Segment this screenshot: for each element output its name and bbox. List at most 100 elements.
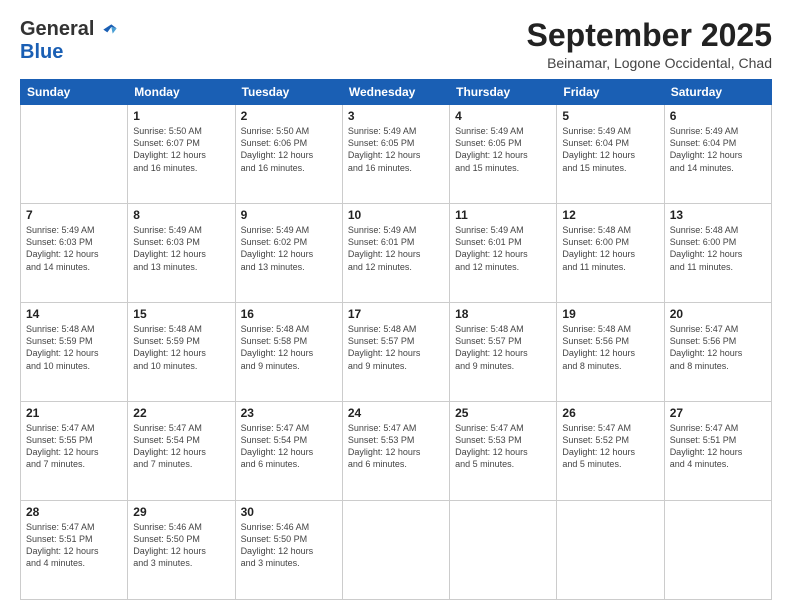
day-info: Sunrise: 5:49 AM Sunset: 6:03 PM Dayligh… (26, 224, 122, 273)
day-number: 30 (241, 505, 337, 519)
day-info: Sunrise: 5:49 AM Sunset: 6:04 PM Dayligh… (670, 125, 766, 174)
calendar-table: Sunday Monday Tuesday Wednesday Thursday… (20, 79, 772, 600)
table-row: 29 Sunrise: 5:46 AM Sunset: 5:50 PM Dayli… (128, 501, 235, 600)
day-info: Sunrise: 5:48 AM Sunset: 5:56 PM Dayligh… (562, 323, 658, 372)
day-number: 21 (26, 406, 122, 420)
day-number: 7 (26, 208, 122, 222)
location-subtitle: Beinamar, Logone Occidental, Chad (527, 55, 772, 71)
table-row: 7 Sunrise: 5:49 AM Sunset: 6:03 PM Daylig… (21, 204, 128, 303)
table-row: 13 Sunrise: 5:48 AM Sunset: 6:00 PM Dayli… (664, 204, 771, 303)
day-number: 20 (670, 307, 766, 321)
day-info: Sunrise: 5:48 AM Sunset: 5:58 PM Dayligh… (241, 323, 337, 372)
col-friday: Friday (557, 80, 664, 105)
col-thursday: Thursday (450, 80, 557, 105)
logo-general: General (20, 18, 94, 41)
table-row: 4Sunrise: 5:49 AM Sunset: 6:05 PM Daylig… (450, 105, 557, 204)
day-number: 15 (133, 307, 229, 321)
day-info: Sunrise: 5:47 AM Sunset: 5:51 PM Dayligh… (26, 521, 122, 570)
day-info: Sunrise: 5:49 AM Sunset: 6:03 PM Dayligh… (133, 224, 229, 273)
day-number: 1 (133, 109, 229, 123)
logo-bird-icon (98, 20, 118, 40)
day-info: Sunrise: 5:47 AM Sunset: 5:53 PM Dayligh… (455, 422, 551, 471)
day-number: 16 (241, 307, 337, 321)
table-row: 16 Sunrise: 5:48 AM Sunset: 5:58 PM Dayli… (235, 303, 342, 402)
day-info: Sunrise: 5:47 AM Sunset: 5:54 PM Dayligh… (241, 422, 337, 471)
day-info: Sunrise: 5:47 AM Sunset: 5:56 PM Dayligh… (670, 323, 766, 372)
day-number: 26 (562, 406, 658, 420)
day-info: Sunrise: 5:48 AM Sunset: 5:59 PM Dayligh… (133, 323, 229, 372)
table-row (664, 501, 771, 600)
table-row: 19 Sunrise: 5:48 AM Sunset: 5:56 PM Dayli… (557, 303, 664, 402)
logo-blue: Blue (20, 41, 63, 63)
header: General Blue September 2025 Beinamar, Lo… (20, 18, 772, 71)
col-tuesday: Tuesday (235, 80, 342, 105)
day-info: Sunrise: 5:48 AM Sunset: 6:00 PM Dayligh… (562, 224, 658, 273)
table-row: 15 Sunrise: 5:48 AM Sunset: 5:59 PM Dayli… (128, 303, 235, 402)
table-row: 18 Sunrise: 5:48 AM Sunset: 5:57 PM Dayli… (450, 303, 557, 402)
day-info: Sunrise: 5:49 AM Sunset: 6:05 PM Dayligh… (348, 125, 444, 174)
table-row: 22 Sunrise: 5:47 AM Sunset: 5:54 PM Dayli… (128, 402, 235, 501)
day-info: Sunrise: 5:47 AM Sunset: 5:55 PM Dayligh… (26, 422, 122, 471)
col-sunday: Sunday (21, 80, 128, 105)
day-number: 22 (133, 406, 229, 420)
table-row: 2 Sunrise: 5:50 AM Sunset: 6:06 PM Daylig… (235, 105, 342, 204)
day-number: 18 (455, 307, 551, 321)
day-number: 19 (562, 307, 658, 321)
table-row: 11 Sunrise: 5:49 AM Sunset: 6:01 PM Dayli… (450, 204, 557, 303)
day-number: 11 (455, 208, 551, 222)
day-info: Sunrise: 5:46 AM Sunset: 5:50 PM Dayligh… (241, 521, 337, 570)
col-wednesday: Wednesday (342, 80, 449, 105)
table-row (557, 501, 664, 600)
table-row: 17Sunrise: 5:48 AM Sunset: 5:57 PM Dayli… (342, 303, 449, 402)
table-row: 1 Sunrise: 5:50 AM Sunset: 6:07 PM Daylig… (128, 105, 235, 204)
col-monday: Monday (128, 80, 235, 105)
day-number: 25 (455, 406, 551, 420)
title-block: September 2025 Beinamar, Logone Occident… (527, 18, 772, 71)
day-number: 5 (562, 109, 658, 123)
day-number: 8 (133, 208, 229, 222)
month-title: September 2025 (527, 18, 772, 53)
table-row: 14Sunrise: 5:48 AM Sunset: 5:59 PM Dayli… (21, 303, 128, 402)
logo: General Blue (20, 18, 118, 64)
table-row (21, 105, 128, 204)
day-number: 14 (26, 307, 122, 321)
day-info: Sunrise: 5:46 AM Sunset: 5:50 PM Dayligh… (133, 521, 229, 570)
day-info: Sunrise: 5:47 AM Sunset: 5:54 PM Dayligh… (133, 422, 229, 471)
day-number: 12 (562, 208, 658, 222)
day-info: Sunrise: 5:47 AM Sunset: 5:53 PM Dayligh… (348, 422, 444, 471)
day-info: Sunrise: 5:47 AM Sunset: 5:51 PM Dayligh… (670, 422, 766, 471)
day-number: 29 (133, 505, 229, 519)
day-number: 2 (241, 109, 337, 123)
calendar-week-row: 28 Sunrise: 5:47 AM Sunset: 5:51 PM Dayli… (21, 501, 772, 600)
day-info: Sunrise: 5:50 AM Sunset: 6:06 PM Dayligh… (241, 125, 337, 174)
table-row: 27Sunrise: 5:47 AM Sunset: 5:51 PM Dayli… (664, 402, 771, 501)
day-number: 17 (348, 307, 444, 321)
col-saturday: Saturday (664, 80, 771, 105)
calendar-header-row: Sunday Monday Tuesday Wednesday Thursday… (21, 80, 772, 105)
page: General Blue September 2025 Beinamar, Lo… (0, 0, 792, 612)
day-number: 9 (241, 208, 337, 222)
table-row: 3Sunrise: 5:49 AM Sunset: 6:05 PM Daylig… (342, 105, 449, 204)
table-row: 12 Sunrise: 5:48 AM Sunset: 6:00 PM Dayli… (557, 204, 664, 303)
table-row: 9 Sunrise: 5:49 AM Sunset: 6:02 PM Daylig… (235, 204, 342, 303)
calendar-week-row: 14 Sunrise: 5:48 AM Sunset: 5:59 PM Dayli… (21, 303, 772, 402)
day-number: 28 (26, 505, 122, 519)
table-row: 8 Sunrise: 5:49 AM Sunset: 6:03 PM Daylig… (128, 204, 235, 303)
day-info: Sunrise: 5:49 AM Sunset: 6:01 PM Dayligh… (455, 224, 551, 273)
day-number: 13 (670, 208, 766, 222)
day-info: Sunrise: 5:49 AM Sunset: 6:05 PM Dayligh… (455, 125, 551, 174)
table-row: 5Sunrise: 5:49 AM Sunset: 6:04 PM Daylig… (557, 105, 664, 204)
day-info: Sunrise: 5:48 AM Sunset: 6:00 PM Dayligh… (670, 224, 766, 273)
day-info: Sunrise: 5:49 AM Sunset: 6:01 PM Dayligh… (348, 224, 444, 273)
day-info: Sunrise: 5:48 AM Sunset: 5:57 PM Dayligh… (455, 323, 551, 372)
day-info: Sunrise: 5:49 AM Sunset: 6:02 PM Dayligh… (241, 224, 337, 273)
day-info: Sunrise: 5:50 AM Sunset: 6:07 PM Dayligh… (133, 125, 229, 174)
table-row: 28 Sunrise: 5:47 AM Sunset: 5:51 PM Dayli… (21, 501, 128, 600)
table-row: 23Sunrise: 5:47 AM Sunset: 5:54 PM Dayli… (235, 402, 342, 501)
table-row: 10 Sunrise: 5:49 AM Sunset: 6:01 PM Dayli… (342, 204, 449, 303)
day-number: 10 (348, 208, 444, 222)
day-number: 6 (670, 109, 766, 123)
table-row: 25 Sunrise: 5:47 AM Sunset: 5:53 PM Dayli… (450, 402, 557, 501)
calendar-week-row: 21 Sunrise: 5:47 AM Sunset: 5:55 PM Dayli… (21, 402, 772, 501)
table-row: 30 Sunrise: 5:46 AM Sunset: 5:50 PM Dayli… (235, 501, 342, 600)
